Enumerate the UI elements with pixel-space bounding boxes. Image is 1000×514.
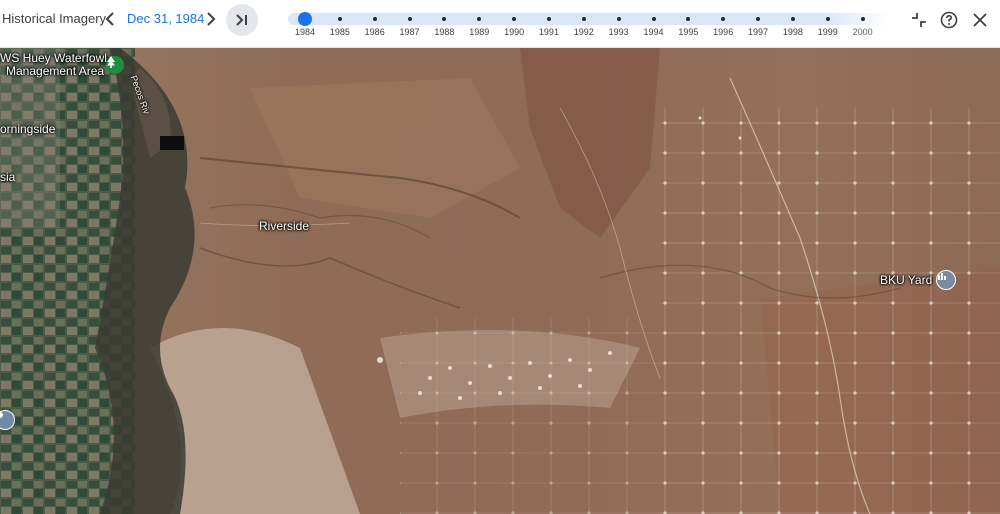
skip-to-end-icon <box>236 14 247 26</box>
close-button[interactable] <box>969 9 991 31</box>
timeline-year-label[interactable]: 1991 <box>539 27 559 37</box>
place-label-bku-yard[interactable]: BKU Yard <box>880 273 932 287</box>
timeline-tick-1986[interactable] <box>372 17 377 21</box>
place-label-morningside[interactable]: orningside <box>0 122 55 136</box>
timeline-year-label[interactable]: 1987 <box>400 27 420 37</box>
collapse-icon <box>912 13 926 27</box>
next-date-button[interactable] <box>201 9 221 29</box>
current-date[interactable]: Dec 31, 1984 <box>127 11 204 26</box>
timeline-tick-1992[interactable] <box>581 17 586 21</box>
timeline-year-label[interactable]: 1998 <box>783 27 803 37</box>
chevron-left-icon <box>105 12 114 26</box>
industrial-icon[interactable] <box>936 270 956 290</box>
place-label-huey-line2[interactable]: Management Area <box>6 64 104 78</box>
timeline-year-label[interactable]: 1999 <box>818 27 838 37</box>
timeline-year-label[interactable]: 1996 <box>713 27 733 37</box>
timeline-year-label[interactable]: 1992 <box>574 27 594 37</box>
chevron-right-icon <box>207 12 216 26</box>
timeline-tick-1998[interactable] <box>790 17 795 21</box>
timeline-tick-1985[interactable] <box>337 17 342 21</box>
place-label-huey-line1[interactable]: WS Huey Waterfowl <box>0 51 107 65</box>
previous-date-button[interactable] <box>100 9 120 29</box>
historical-imagery-toolbar: Historical Imagery Dec 31, 1984 1984 1985… <box>0 0 1000 48</box>
timeline-track[interactable] <box>288 13 888 25</box>
timeline-year-label[interactable]: 1986 <box>365 27 385 37</box>
place-label-sia[interactable]: sia <box>0 170 15 184</box>
timeline-year-label[interactable]: 1997 <box>748 27 768 37</box>
timeline-tick-1993[interactable] <box>616 17 621 21</box>
satellite-map[interactable]: WS Huey Waterfowl Management Area Pecos … <box>0 48 1000 514</box>
timeline-year-label[interactable]: 1985 <box>330 27 350 37</box>
timeline-year-label[interactable]: 1990 <box>504 27 524 37</box>
exit-fullscreen-button[interactable] <box>908 9 930 31</box>
timeline-tick-1994[interactable] <box>651 17 656 21</box>
timeline-year-label[interactable]: 1993 <box>609 27 629 37</box>
help-icon <box>940 11 958 29</box>
timeline-year-label[interactable]: 2000 <box>853 27 873 37</box>
timeline-year-label[interactable]: 1994 <box>643 27 663 37</box>
close-icon <box>973 13 987 27</box>
timeline-tick-1999[interactable] <box>825 17 830 21</box>
help-button[interactable] <box>938 9 960 31</box>
timeline-tick-1987[interactable] <box>407 17 412 21</box>
satellite-imagery[interactable] <box>0 48 1000 514</box>
timeline-year-label[interactable]: 1995 <box>678 27 698 37</box>
timeline-handle[interactable] <box>298 12 312 26</box>
timeline-tick-2000[interactable] <box>860 17 865 21</box>
timeline-year-label[interactable]: 1988 <box>434 27 454 37</box>
timeline-year-label[interactable]: 1989 <box>469 27 489 37</box>
timeline-tick-1991[interactable] <box>546 17 551 21</box>
year-timeline-slider[interactable]: 1984 1985 1986 1987 1988 1989 1990 1991 1992 1993… <box>288 10 888 38</box>
toolbar-title: Historical Imagery <box>2 11 107 26</box>
jump-to-latest-button[interactable] <box>226 4 258 36</box>
place-label-riverside[interactable]: Riverside <box>259 219 309 233</box>
timeline-year-label[interactable]: 1984 <box>295 27 315 37</box>
tree-icon[interactable] <box>106 56 124 74</box>
